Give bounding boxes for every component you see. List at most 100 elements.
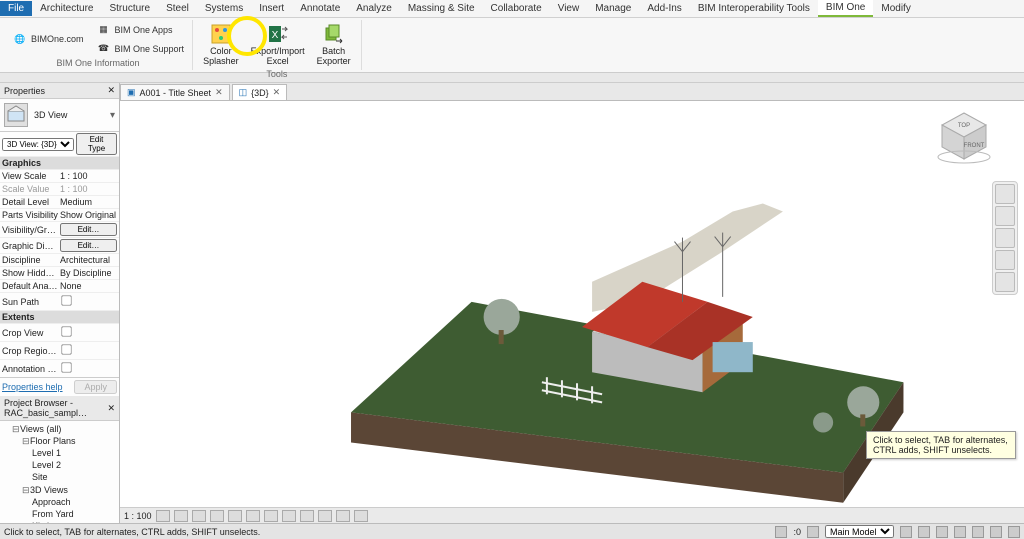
prop-checkbox[interactable]	[61, 362, 71, 372]
vc-visual-style[interactable]	[174, 510, 188, 522]
prop-row[interactable]: Annotation Cr…	[0, 359, 119, 377]
nav-zoom[interactable]	[995, 228, 1015, 248]
nav-orbit[interactable]	[995, 250, 1015, 270]
nav-lookat[interactable]	[995, 272, 1015, 292]
tree-leaf[interactable]: Site	[32, 471, 117, 483]
prop-edit-button[interactable]: Edit…	[60, 223, 117, 236]
prop-row[interactable]: Visibility/Grap…Edit…	[0, 221, 119, 237]
ribbon-tab-manage[interactable]: Manage	[587, 1, 639, 16]
sb-filter[interactable]	[807, 526, 819, 538]
ribbon-tab-addins[interactable]: Add-Ins	[639, 1, 689, 16]
prop-row[interactable]: Crop Region …	[0, 341, 119, 359]
sb-ico-6[interactable]	[990, 526, 1002, 538]
prop-value[interactable]: Architectural	[58, 255, 117, 265]
doc-tab-3d[interactable]: ◫ {3D} ✕	[232, 84, 288, 100]
prop-value[interactable]: Edit…	[58, 223, 117, 236]
properties-help-link[interactable]: Properties help	[2, 382, 63, 392]
tree-branch[interactable]: ⊟Floor PlansLevel 1Level 2Site	[22, 435, 117, 484]
view-cube[interactable]: TOP FRONT	[934, 107, 994, 167]
prop-row[interactable]: Crop View	[0, 323, 119, 341]
prop-row[interactable]: Default Analy…None	[0, 279, 119, 292]
properties-type-selector[interactable]: 3D View ▾	[0, 99, 119, 131]
batch-exporter-button[interactable]: Batch Exporter	[313, 20, 355, 69]
tree-leaf[interactable]: Level 1	[32, 447, 117, 459]
tree-leaf[interactable]: Approach	[32, 496, 117, 508]
color-splasher-button[interactable]: Color Splasher	[199, 20, 243, 69]
ribbon-tab-insert[interactable]: Insert	[251, 1, 292, 16]
prop-value[interactable]: Medium	[58, 197, 117, 207]
vc-detail[interactable]	[156, 510, 170, 522]
sb-ico-7[interactable]	[1008, 526, 1020, 538]
ribbon-tab-collaborate[interactable]: Collaborate	[483, 1, 550, 16]
prop-row[interactable]: Show Hidden …By Discipline	[0, 266, 119, 279]
prop-edit-button[interactable]: Edit…	[60, 239, 117, 252]
prop-value[interactable]	[58, 325, 117, 340]
viewport[interactable]: TOP FRONT Click to select, TAB for alter…	[120, 101, 1024, 507]
export-import-excel-button[interactable]: X Export/Import Excel	[247, 20, 309, 69]
prop-value[interactable]	[58, 361, 117, 376]
sb-ico-2[interactable]	[918, 526, 930, 538]
sb-ico-3[interactable]	[936, 526, 948, 538]
prop-value[interactable]: Show Original	[58, 210, 117, 220]
edit-type-button[interactable]: Edit Type	[76, 133, 117, 155]
prop-checkbox[interactable]	[61, 326, 71, 336]
ribbon-tab-analyze[interactable]: Analyze	[348, 1, 400, 16]
vc-sun[interactable]	[192, 510, 206, 522]
vc-analytical[interactable]	[336, 510, 350, 522]
prop-value[interactable]	[58, 294, 117, 309]
prop-row[interactable]: Graphic Displ…Edit…	[0, 237, 119, 253]
doc-tab-1-close[interactable]: ✕	[273, 87, 281, 98]
properties-close[interactable]: ✕	[107, 85, 115, 96]
nav-pan[interactable]	[995, 206, 1015, 226]
tree-root[interactable]: ⊟Views (all) ⊟Floor PlansLevel 1Level 2S…	[12, 423, 117, 523]
ribbon-tab-massing[interactable]: Massing & Site	[400, 1, 483, 16]
vc-crop[interactable]	[246, 510, 260, 522]
prop-checkbox[interactable]	[61, 295, 71, 305]
ribbon-tab-architecture[interactable]: Architecture	[32, 1, 101, 16]
ribbon-tab-view[interactable]: View	[550, 1, 588, 16]
prop-checkbox[interactable]	[61, 344, 71, 354]
doc-tab-title-sheet[interactable]: ▣ A001 - Title Sheet ✕	[120, 84, 230, 100]
sb-select[interactable]	[775, 526, 787, 538]
sb-ico-5[interactable]	[972, 526, 984, 538]
bimone-support-link[interactable]: ☎ BIM One Support	[94, 40, 187, 58]
prop-row[interactable]: DisciplineArchitectural	[0, 253, 119, 266]
workset-selector[interactable]: Main Model	[825, 525, 894, 538]
vc-lock[interactable]	[282, 510, 296, 522]
nav-wheel[interactable]	[995, 184, 1015, 204]
prop-row[interactable]: Sun Path	[0, 292, 119, 310]
vc-reveal[interactable]	[318, 510, 332, 522]
vc-temp-hide[interactable]	[300, 510, 314, 522]
vc-render[interactable]	[228, 510, 242, 522]
properties-apply-button[interactable]: Apply	[74, 380, 117, 394]
vc-constraints[interactable]	[354, 510, 368, 522]
prop-value[interactable]: By Discipline	[58, 268, 117, 278]
vc-shadows[interactable]	[210, 510, 224, 522]
ribbon-tab-annotate[interactable]: Annotate	[292, 1, 348, 16]
sb-ico-1[interactable]	[900, 526, 912, 538]
ribbon-tab-modify[interactable]: Modify	[873, 1, 918, 16]
prop-value[interactable]: None	[58, 281, 117, 291]
sb-ico-4[interactable]	[954, 526, 966, 538]
view-instance-selector[interactable]: 3D View: {3D}	[2, 138, 74, 151]
prop-row[interactable]: Detail LevelMedium	[0, 195, 119, 208]
view-scale[interactable]: 1 : 100	[124, 511, 152, 521]
tree-branch[interactable]: ⊟3D ViewsApproachFrom YardKitchenLiving …	[22, 484, 117, 523]
prop-row[interactable]: Parts VisibilityShow Original	[0, 208, 119, 221]
prop-value[interactable]	[58, 343, 117, 358]
prop-value[interactable]: 1 : 100	[58, 171, 117, 181]
ribbon-tab-steel[interactable]: Steel	[158, 1, 197, 16]
ribbon-tab-bimone[interactable]: BIM One	[818, 0, 873, 17]
tree-leaf[interactable]: Level 2	[32, 459, 117, 471]
project-browser-tree[interactable]: ⊟Views (all) ⊟Floor PlansLevel 1Level 2S…	[0, 421, 119, 523]
bimone-site-link[interactable]: 🌐 BIMOne.com	[10, 30, 86, 48]
project-browser-close[interactable]: ✕	[107, 403, 115, 414]
prop-value[interactable]: 1 : 100	[58, 184, 117, 194]
ribbon-tab-biminterop[interactable]: BIM Interoperability Tools	[690, 1, 818, 16]
ribbon-tab-structure[interactable]: Structure	[101, 1, 158, 16]
vc-crop-show[interactable]	[264, 510, 278, 522]
ribbon-tab-systems[interactable]: Systems	[197, 1, 251, 16]
doc-tab-0-close[interactable]: ✕	[215, 87, 223, 98]
bimone-apps-link[interactable]: ▦ BIM One Apps	[94, 21, 187, 39]
tree-leaf[interactable]: From Yard	[32, 508, 117, 520]
